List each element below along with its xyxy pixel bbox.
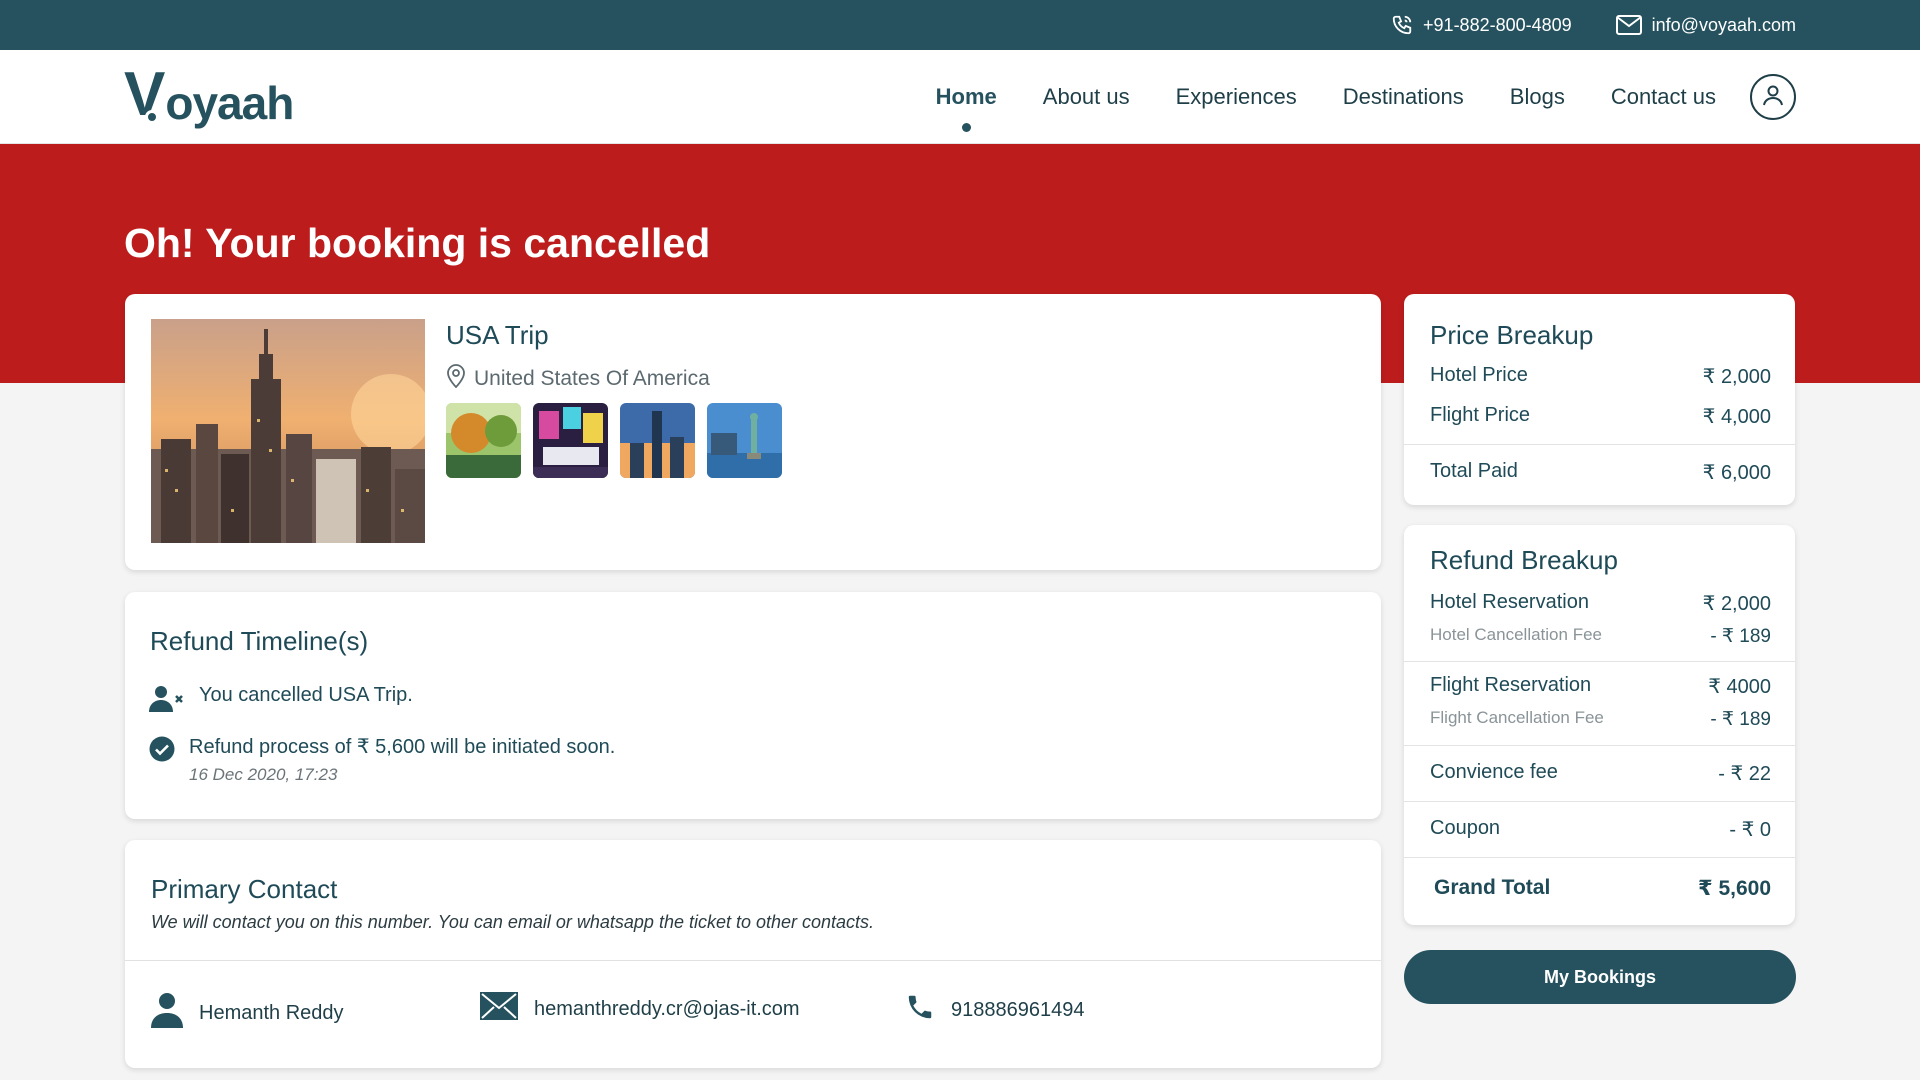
phone-icon (905, 992, 935, 1028)
logo-text: oyaah (165, 77, 294, 129)
trip-location-text: United States Of America (474, 367, 710, 390)
price-breakup-card: Price Breakup Hotel Price ₹ 2,000 Flight… (1404, 294, 1795, 505)
refund-title: Refund Breakup (1430, 545, 1618, 575)
price-title: Price Breakup (1430, 320, 1594, 350)
gallery-thumb-skyline[interactable] (620, 403, 695, 478)
user-account-button[interactable] (1750, 74, 1796, 120)
timeline-event-text: You cancelled USA Trip. (199, 684, 413, 706)
price-label: Hotel Price (1430, 364, 1528, 386)
timeline-event-text: Refund process of ₹ 5,600 will be initia… (189, 736, 616, 758)
person-icon (151, 992, 183, 1034)
refund-label: Hotel Reservation (1430, 591, 1589, 613)
contact-name-text: Hemanth Reddy (199, 1001, 344, 1024)
refund-breakup-card: Refund Breakup Hotel Reservation ₹ 2,000… (1404, 525, 1795, 925)
refund-label: Convience fee (1430, 761, 1558, 783)
nav-home[interactable]: Home (936, 84, 997, 132)
divider (1404, 444, 1795, 445)
refund-row-flight-fee: Flight Cancellation Fee - ₹ 189 (1430, 708, 1771, 731)
refund-row-hotel-fee: Hotel Cancellation Fee - ₹ 189 (1430, 625, 1771, 648)
nav-contact-us[interactable]: Contact us (1611, 84, 1716, 110)
primary-contact-card: Primary Contact We will contact you on t… (125, 840, 1381, 1068)
gallery-thumb-park[interactable] (446, 403, 521, 478)
envelope-icon (480, 992, 518, 1026)
contact-phone[interactable]: 918886961494 (905, 992, 1084, 1028)
refund-row-hotel-res: Hotel Reservation ₹ 2,000 (1430, 591, 1771, 616)
divider (1404, 661, 1795, 662)
trip-card: USA Trip United States Of America (125, 294, 1381, 570)
refund-value: ₹ 5,600 (1698, 877, 1771, 900)
user-cancel-icon (149, 684, 185, 718)
price-label: Flight Price (1430, 404, 1531, 426)
refund-value: ₹ 2,000 (1702, 593, 1771, 615)
trip-title: USA Trip (446, 320, 549, 350)
contact-subtitle: We will contact you on this number. You … (151, 912, 875, 932)
refund-value: - ₹ 22 (1718, 763, 1771, 785)
location-pin-icon (446, 364, 466, 394)
refund-value: - ₹ 189 (1710, 626, 1771, 647)
refund-row-flight-res: Flight Reservation ₹ 4000 (1430, 674, 1771, 699)
gallery-thumb-times-square[interactable] (533, 403, 608, 478)
top-contact-bar: +91-882-800-4809 info@voyaah.com (0, 0, 1920, 50)
topbar-phone[interactable]: +91-882-800-4809 (1391, 14, 1572, 36)
nav-about-us[interactable]: About us (1043, 84, 1130, 110)
timeline-title: Refund Timeline(s) (150, 626, 369, 656)
refund-timeline-card: Refund Timeline(s) You cancelled USA Tri… (125, 592, 1381, 819)
main-navbar: V oyaah Home About us Experiences Destin… (0, 50, 1920, 144)
price-value: ₹ 6,000 (1702, 462, 1771, 484)
refund-label: Flight Cancellation Fee (1430, 708, 1604, 727)
refund-row-convenience: Convience fee - ₹ 22 (1430, 761, 1771, 786)
my-bookings-button[interactable]: My Bookings (1404, 950, 1796, 1004)
refund-row-coupon: Coupon - ₹ 0 (1430, 817, 1771, 842)
refund-value: - ₹ 189 (1710, 709, 1771, 730)
divider (125, 960, 1381, 961)
price-row-hotel: Hotel Price ₹ 2,000 (1430, 364, 1771, 389)
nav-experiences[interactable]: Experiences (1176, 84, 1297, 110)
timeline-event-refund: Refund process of ₹ 5,600 will be initia… (149, 734, 615, 785)
refund-label: Grand Total (1434, 876, 1551, 899)
divider (1404, 801, 1795, 802)
contact-title: Primary Contact (151, 874, 338, 904)
logo-v: V (124, 60, 166, 129)
price-row-total: Total Paid ₹ 6,000 (1430, 460, 1771, 485)
refund-value: ₹ 4000 (1708, 676, 1771, 698)
trip-gallery (446, 403, 782, 478)
refund-label: Hotel Cancellation Fee (1430, 625, 1602, 644)
contact-email[interactable]: hemanthreddy.cr@ojas-it.com (480, 992, 800, 1026)
refund-label: Coupon (1430, 817, 1501, 839)
contact-email-text: hemanthreddy.cr@ojas-it.com (534, 997, 800, 1020)
refund-label: Flight Reservation (1430, 674, 1592, 696)
nav-destinations[interactable]: Destinations (1343, 84, 1464, 110)
price-value: ₹ 4,000 (1702, 406, 1771, 428)
page-title: Oh! Your booking is cancelled (124, 220, 711, 266)
trip-hero-image (151, 319, 425, 543)
phone-ring-icon (1391, 14, 1413, 36)
topbar-phone-text: +91-882-800-4809 (1423, 14, 1572, 35)
divider (1404, 745, 1795, 746)
topbar-email[interactable]: info@voyaah.com (1615, 14, 1796, 36)
contact-phone-text: 918886961494 (951, 998, 1085, 1021)
user-icon (1761, 83, 1785, 112)
price-label: Total Paid (1430, 460, 1518, 482)
voyaah-logo[interactable]: V oyaah (124, 60, 294, 130)
divider (1404, 857, 1795, 858)
mail-icon (1615, 15, 1642, 35)
trip-location: United States Of America (446, 364, 710, 394)
nav-menu: Home About us Experiences Destinations B… (936, 50, 1716, 144)
contact-name: Hemanth Reddy (151, 992, 344, 1034)
topbar-email-text: info@voyaah.com (1651, 14, 1796, 35)
gallery-thumb-statue-of-liberty[interactable] (707, 403, 782, 478)
timeline-event-time: 16 Dec 2020, 17:23 (189, 765, 338, 784)
nav-blogs[interactable]: Blogs (1510, 84, 1565, 110)
timeline-event-cancel: You cancelled USA Trip. (149, 684, 413, 718)
price-row-flight: Flight Price ₹ 4,000 (1430, 404, 1771, 429)
refund-row-grand-total: Grand Total ₹ 5,600 (1434, 876, 1771, 901)
timeline-event-body: Refund process of ₹ 5,600 will be initia… (189, 734, 615, 785)
price-value: ₹ 2,000 (1702, 366, 1771, 388)
refund-value: - ₹ 0 (1729, 819, 1771, 841)
check-circle-icon (149, 736, 175, 768)
